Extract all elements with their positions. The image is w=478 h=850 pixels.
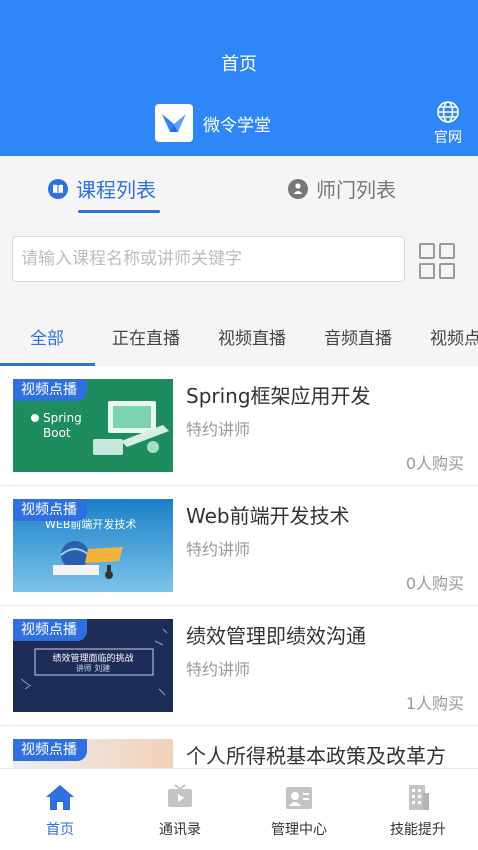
course-type-badge: 视频点播 [13,739,87,761]
course-buyers: 0人购买 [405,454,464,473]
nav-contacts-label: 通讯录 [159,822,201,838]
nav-home-label: 首页 [46,822,74,838]
website-label: 官网 [434,130,462,146]
tab-mentor-list-label: 师门列表 [316,178,396,202]
category-bar: 全部 正在直播 视频直播 音频直播 视频点播 [0,302,478,366]
tab-course-list[interactable]: 课程列表 [48,174,156,203]
tab-active-indicator [78,210,160,213]
app-header: 首页 微令学堂 官网 [0,0,478,156]
tv-icon [168,784,192,807]
bottom-nav: 首页 通讯录 管理中心 技能提升 [0,768,478,850]
course-title: Web前端开发技术 [186,504,350,528]
main-tabs: 课程列表 师门列表 [0,156,478,218]
course-item[interactable]: WEB前端开发技术 视频点播 Web前端开发技术 特约讲师 0人购买 [0,486,478,606]
website-button[interactable]: 官网 [430,100,466,147]
home-icon [46,785,74,810]
course-thumbnail: Spring Boot 视频点播 [13,379,173,472]
course-type-badge: 视频点播 [13,379,87,401]
tab-mentor-list[interactable]: 师门列表 [288,174,396,203]
tab-course-list-label: 课程列表 [76,178,156,202]
course-type-badge: 视频点播 [13,619,87,641]
brand-logo-icon [155,104,193,142]
building-icon [409,785,429,810]
course-thumbnail: 绩效管理面临的挑战 讲师 刘建 视频点播 [13,619,173,712]
brand: 微令学堂 [155,104,271,142]
course-type-badge: 视频点播 [13,499,87,521]
grid-view-button[interactable] [418,242,456,280]
category-video-live[interactable]: 视频直播 [218,324,286,349]
thumb-subtext: 讲师 刘建 [75,664,111,673]
nav-management[interactable]: 管理中心 [239,783,359,839]
brand-name: 微令学堂 [203,115,271,136]
nav-home[interactable]: 首页 [0,783,120,839]
course-teacher: 特约讲师 [186,540,251,559]
contact-card-icon [286,787,312,809]
search-area [0,218,478,302]
course-title: Spring框架应用开发 [186,384,371,408]
category-live-now[interactable]: 正在直播 [112,324,180,349]
course-teacher: 特约讲师 [186,660,251,679]
nav-skills-label: 技能提升 [390,822,446,838]
book-icon [48,178,68,199]
nav-skills[interactable]: 技能提升 [358,783,478,839]
category-audio-live[interactable]: 音频直播 [324,324,392,349]
nav-management-label: 管理中心 [271,822,327,838]
course-buyers: 0人购买 [405,574,464,593]
course-buyers: 1人购买 [405,694,464,713]
page-title: 首页 [221,54,257,75]
nav-contacts[interactable]: 通讯录 [120,783,240,839]
thumb-text: Spring Boot [43,411,82,440]
globe-icon [437,101,459,123]
category-all[interactable]: 全部 [30,324,64,349]
search-input[interactable] [12,236,405,282]
category-video-on-demand[interactable]: 视频点播 [430,324,478,349]
course-title: 个人所得税基本政策及改革方 [186,744,446,768]
grid-icon [419,243,455,279]
course-thumbnail: WEB前端开发技术 视频点播 [13,499,173,592]
course-title: 绩效管理即绩效沟通 [186,624,366,648]
user-icon [288,178,308,199]
course-teacher: 特约讲师 [186,420,251,439]
course-item[interactable]: Spring Boot 视频点播 Spring框架应用开发 特约讲师 0人购买 [0,366,478,486]
course-item[interactable]: 绩效管理面临的挑战 讲师 刘建 视频点播 绩效管理即绩效沟通 特约讲师 1人购买 [0,606,478,726]
